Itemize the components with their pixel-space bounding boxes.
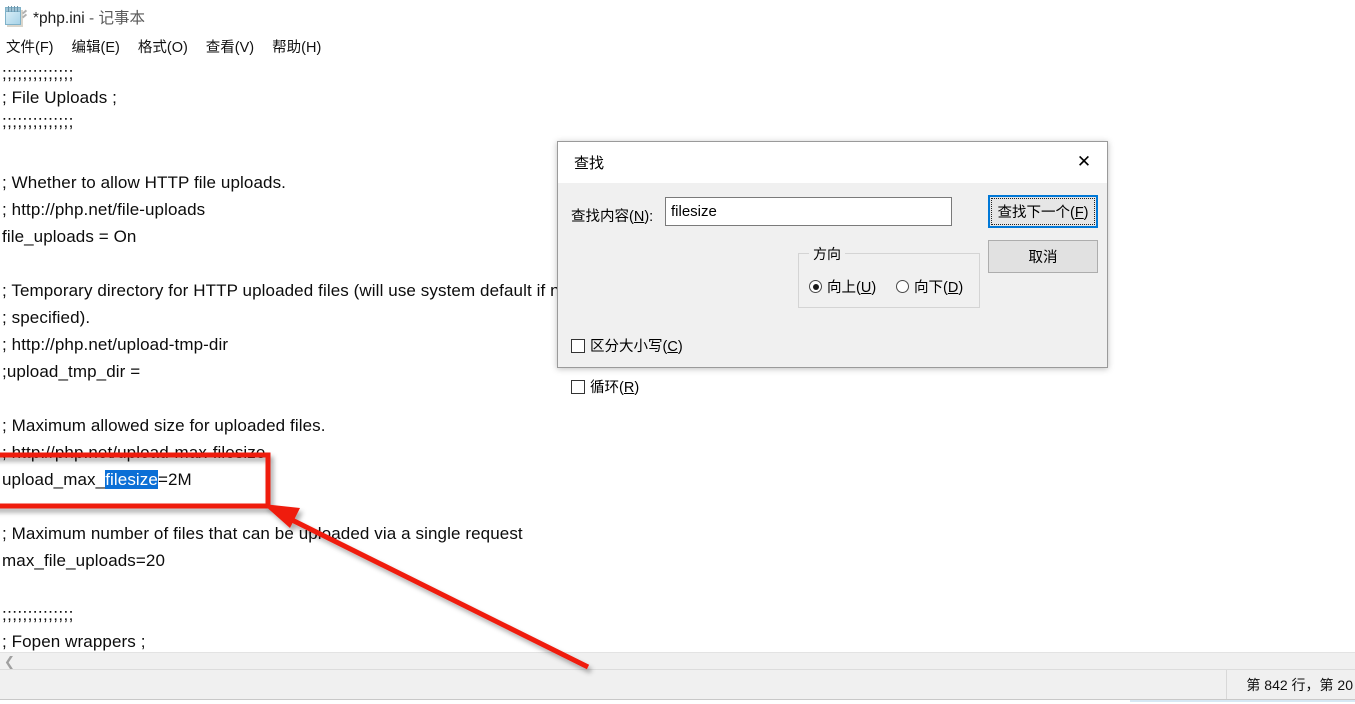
menu-bar: 文件(F) 编辑(E) 格式(O) 查看(V) 帮助(H) — [0, 34, 1355, 59]
radio-direction-down[interactable]: 向下(D) — [896, 276, 963, 297]
find-next-button[interactable]: 查找下一个(F) — [988, 195, 1098, 228]
text-line: ; Whether to allow HTTP file uploads. — [2, 173, 287, 192]
find-next-label-main: 查找下一个( — [997, 205, 1075, 221]
text-line: ;upload_tmp_dir = — [2, 362, 141, 381]
menu-item-edit[interactable]: 编辑(E) — [72, 36, 120, 57]
find-dialog-title: 查找 — [574, 155, 605, 172]
close-icon[interactable]: ✕ — [1061, 142, 1107, 182]
wrap-around-checkbox-box — [571, 379, 585, 394]
text-line: ; Temporary directory for HTTP uploaded … — [2, 281, 575, 300]
find-next-label-tail: ) — [1083, 205, 1089, 221]
notepad-icon — [4, 6, 28, 28]
find-what-label-key: N — [633, 209, 645, 225]
horizontal-scrollbar[interactable]: ❮ — [0, 652, 1355, 670]
text-line: ; File Uploads ; — [2, 88, 117, 107]
chevron-left-icon[interactable]: ❮ — [2, 654, 17, 669]
find-what-label-main: 查找内容( — [571, 209, 634, 225]
match-case-checkbox[interactable]: 区分大小写(C) — [571, 335, 683, 356]
radio-up-indicator — [809, 280, 822, 293]
cancel-button-label: 取消 — [1028, 250, 1058, 266]
radio-down-label: 向下(D) — [914, 280, 964, 296]
text-line: ;;;;;;;;;;;;;; — [2, 605, 74, 624]
title-bar: *php.ini - 记事本 — [0, 0, 1355, 34]
direction-legend: 方向 — [809, 244, 845, 264]
menu-item-help[interactable]: 帮助(H) — [272, 36, 321, 57]
wrap-around-label: 循环(R) — [590, 380, 640, 396]
find-next-label-key: F — [1074, 205, 1084, 221]
text-line: ; Maximum allowed size for uploaded file… — [2, 416, 326, 435]
direction-groupbox: 方向 向上(U) 向下(D) — [798, 244, 980, 308]
radio-direction-up[interactable]: 向上(U) — [809, 276, 876, 297]
text-line: ; http://php.net/file-uploads — [2, 200, 206, 219]
cursor-position-label: 第 842 行，第 20 — [1246, 677, 1353, 693]
wrap-around-checkbox[interactable]: 循环(R) — [571, 376, 639, 397]
window-title: *php.ini - 记事本 — [33, 6, 145, 28]
text-line: ; Fopen wrappers ; — [2, 632, 146, 651]
window-title-app: 记事本 — [98, 10, 146, 27]
find-dialog: 查找 ✕ 查找内容(N): 查找下一个(F) 取消 方向 向上(U) 向下(D) — [557, 141, 1108, 396]
radio-up-label: 向上(U) — [827, 280, 877, 296]
text-line: ; Maximum number of files that can be up… — [2, 524, 523, 543]
window-title-file: *php.ini — [33, 10, 85, 27]
menu-item-view[interactable]: 查看(V) — [206, 36, 254, 57]
window-title-separator: - — [84, 10, 99, 27]
find-what-input[interactable] — [665, 197, 952, 226]
line-suffix: =2M — [157, 470, 192, 489]
find-what-label-tail: ): — [644, 209, 654, 225]
text-line: file_uploads = On — [2, 227, 137, 246]
text-line: ; specified). — [2, 308, 91, 327]
radio-down-indicator — [896, 280, 909, 293]
menu-item-file[interactable]: 文件(F) — [6, 36, 54, 57]
text-line: ; http://php.net/upload-tmp-dir — [2, 335, 229, 354]
text-line: ; http://php.net/upload-max-filesize — [2, 443, 266, 462]
find-what-label: 查找内容(N): — [571, 205, 653, 226]
search-match-highlight: filesize — [105, 470, 158, 489]
status-divider — [1226, 670, 1227, 700]
cancel-button[interactable]: 取消 — [988, 240, 1098, 273]
text-line: ;;;;;;;;;;;;;; — [2, 112, 74, 131]
status-bar: 第 842 行，第 20 — [0, 669, 1355, 700]
line-prefix: upload_max_ — [2, 470, 106, 489]
menu-item-format[interactable]: 格式(O) — [138, 36, 188, 57]
text-line: ;;;;;;;;;;;;;; — [2, 64, 74, 83]
find-dialog-titlebar: 查找 ✕ — [558, 142, 1107, 183]
find-dialog-body: 查找内容(N): 查找下一个(F) 取消 方向 向上(U) 向下(D) 区分大小… — [558, 183, 1107, 396]
match-case-checkbox-box — [571, 338, 585, 353]
match-case-label: 区分大小写(C) — [590, 339, 683, 355]
text-line: max_file_uploads=20 — [2, 551, 166, 570]
window-bottom-edge — [0, 699, 1355, 704]
text-line-highlighted: upload_max_filesize=2M — [2, 470, 192, 489]
